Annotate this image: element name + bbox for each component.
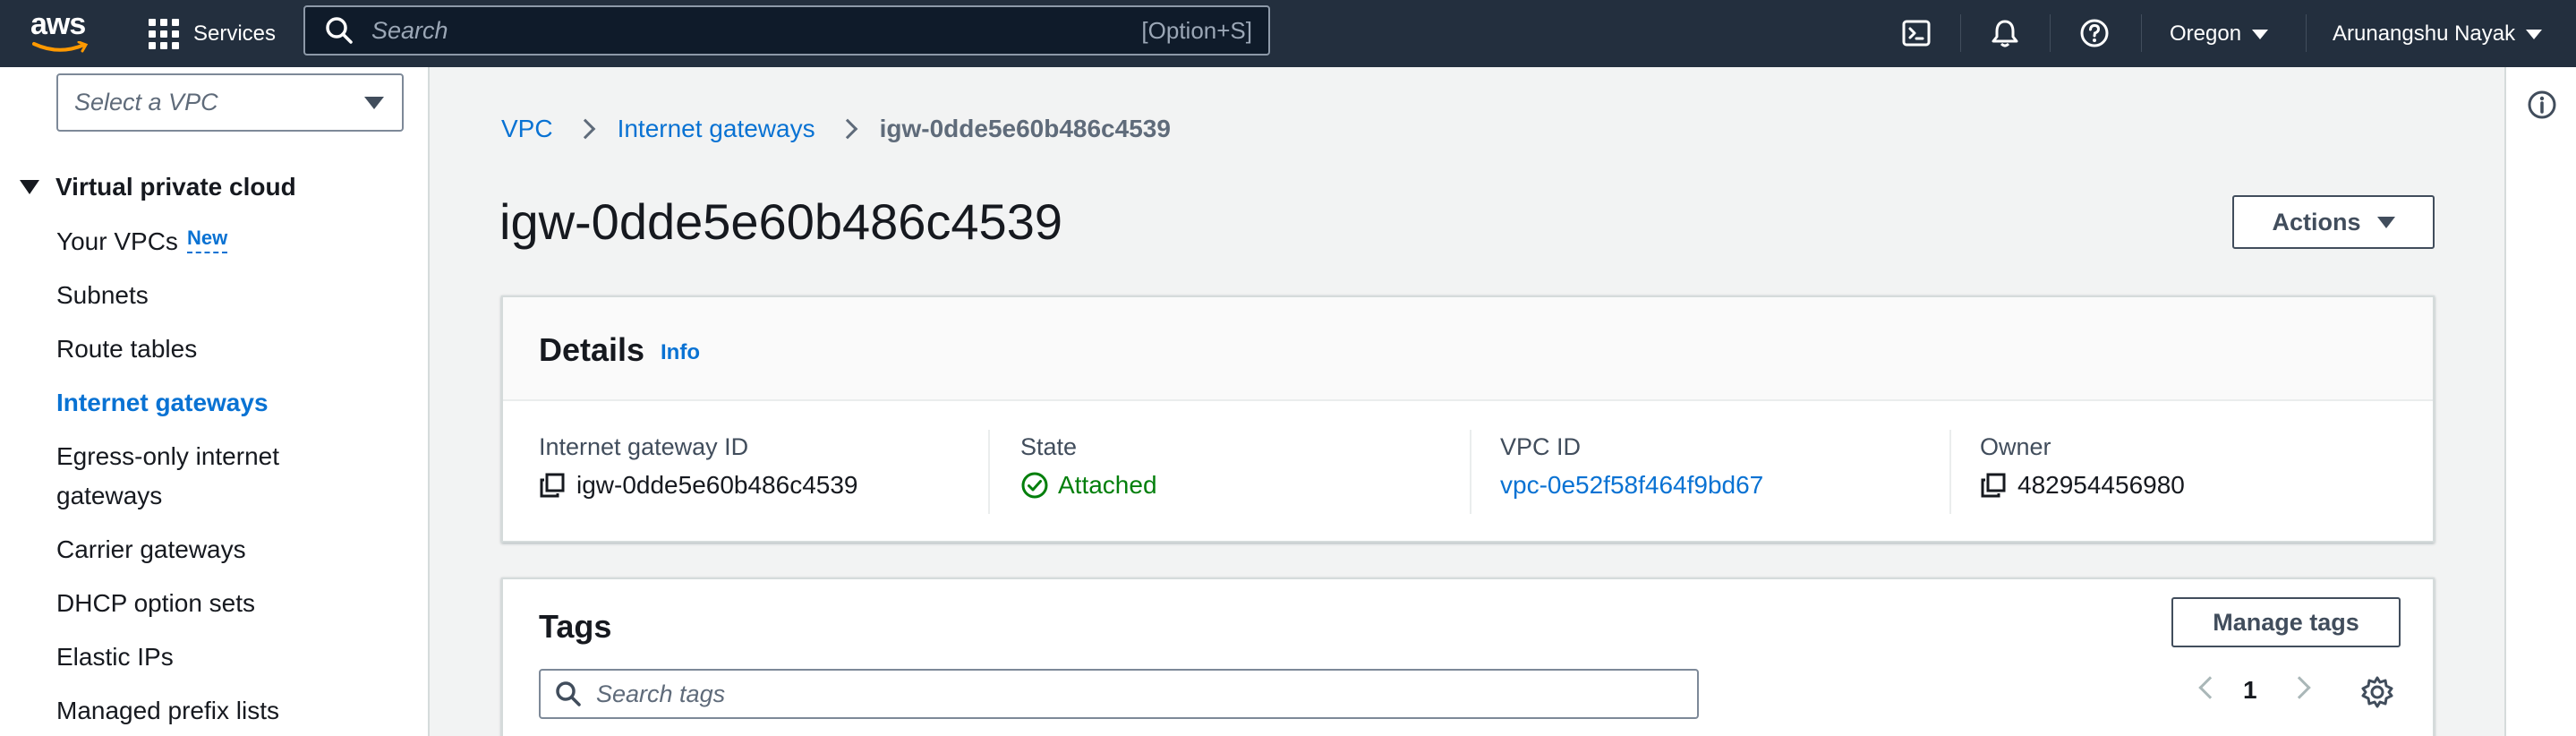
sidebar-item-subnets[interactable]: Subnets: [56, 276, 149, 315]
details-panel-header: Details Info: [503, 297, 2433, 401]
sidebar-item-managed-prefix-lists[interactable]: Managed prefix lists: [56, 691, 279, 731]
help-icon: [2080, 19, 2109, 47]
field-label: State: [1020, 433, 1078, 460]
state-status-text: Attached: [1058, 471, 1157, 499]
page-title: igw-0dde5e60b486c4539: [499, 193, 1062, 250]
tools-panel-bar: [2504, 67, 2576, 736]
actions-button-label: Actions: [2272, 208, 2361, 235]
breadcrumb-vpc[interactable]: VPC: [501, 115, 553, 143]
aws-logo[interactable]: aws: [30, 7, 93, 59]
nav-divider: [2050, 14, 2051, 52]
breadcrumb-current: igw-0dde5e60b486c4539: [879, 115, 1171, 142]
chevron-left-icon[interactable]: [2198, 676, 2222, 699]
tag-search-bar[interactable]: [539, 669, 1699, 719]
chevron-right-icon[interactable]: [2288, 676, 2311, 699]
copy-icon[interactable]: [1980, 472, 2007, 499]
vpc-select-placeholder: Select a VPC: [74, 89, 218, 116]
vpc-id-link[interactable]: vpc-0e52f58f464f9bd67: [1500, 464, 1763, 507]
column-divider: [1470, 430, 1471, 514]
user-name-label: Arunangshu Nayak: [2333, 21, 2516, 46]
vpc-filter-select[interactable]: Select a VPC: [56, 73, 404, 132]
cloudshell-button[interactable]: [1894, 11, 1939, 56]
chevron-right-icon: [575, 118, 595, 140]
caret-down-icon: [2376, 216, 2395, 228]
sidebar-item-carrier-gateways[interactable]: Carrier gateways: [56, 530, 246, 569]
sidebar-item-route-tables[interactable]: Route tables: [56, 329, 197, 369]
top-navigation-bar: aws Services [Option+S]: [0, 0, 2576, 67]
field-value: igw-0dde5e60b486c4539: [576, 471, 858, 499]
breadcrumb: VPC Internet gateways igw-0dde5e60b486c4…: [501, 115, 1171, 143]
global-search-bar[interactable]: [Option+S]: [303, 5, 1270, 56]
gear-icon[interactable]: [2359, 674, 2395, 710]
chevron-right-icon: [837, 118, 857, 140]
search-icon: [556, 681, 581, 706]
services-label: Services: [193, 21, 277, 46]
new-badge[interactable]: New: [187, 225, 228, 253]
sidebar-item-your-vpcs[interactable]: Your VPCs: [56, 222, 178, 261]
search-icon: [326, 17, 353, 44]
nav-divider: [2306, 14, 2307, 52]
sidebar-item-label-line2: gateways: [56, 482, 163, 509]
help-button[interactable]: [2072, 11, 2117, 56]
state-field: State Attached: [1020, 430, 1157, 507]
caret-down-icon: [2526, 29, 2543, 39]
caret-down-icon: [2252, 29, 2269, 39]
cloudshell-icon: [1902, 20, 1931, 47]
bell-icon: [1992, 20, 2018, 47]
details-info-link[interactable]: Info: [661, 340, 700, 365]
sidebar-item-egress-only-internet-gateways[interactable]: Egress-only internet gateways: [56, 437, 279, 516]
section-title: Virtual private cloud: [55, 173, 296, 201]
tag-search-input[interactable]: [596, 680, 1697, 708]
aws-logo-text: aws: [30, 7, 86, 41]
aws-smile-icon: [32, 41, 89, 53]
nav-divider: [2141, 14, 2142, 52]
caret-down-icon: [20, 180, 39, 194]
vpc-id-field: VPC ID vpc-0e52f58f464f9bd67: [1500, 430, 1763, 507]
manage-tags-button[interactable]: Manage tags: [2171, 597, 2401, 647]
page-number[interactable]: 1: [2243, 676, 2257, 705]
details-title: Details: [539, 331, 645, 368]
internet-gateway-id-field: Internet gateway ID igw-0dde5e60b486c453…: [539, 430, 858, 507]
section-toggle-virtual-private-cloud[interactable]: Virtual private cloud: [20, 173, 296, 201]
breadcrumb-internet-gateways[interactable]: Internet gateways: [618, 115, 815, 143]
nav-divider: [1960, 14, 1961, 52]
column-divider: [988, 430, 990, 514]
grid-icon: [149, 19, 179, 49]
caret-down-icon: [364, 96, 384, 109]
sidebar-item-dhcp-option-sets[interactable]: DHCP option sets: [56, 584, 255, 623]
owner-field: Owner 482954456980: [1980, 430, 2185, 507]
field-value: 482954456980: [2017, 471, 2185, 499]
account-menu[interactable]: Arunangshu Nayak: [2333, 16, 2543, 52]
sidebar-item-label: Egress-only internet: [56, 442, 280, 470]
copy-icon[interactable]: [539, 472, 566, 499]
search-shortcut-hint: [Option+S]: [1141, 16, 1252, 44]
tags-panel: Tags Manage tags 1: [501, 578, 2435, 736]
details-panel: Details Info Internet gateway ID igw-0dd…: [501, 295, 2435, 543]
check-circle-icon: [1021, 472, 1048, 499]
tags-title: Tags: [539, 608, 612, 645]
sidebar: Select a VPC Virtual private cloud Your …: [0, 67, 430, 736]
global-search-input[interactable]: [371, 16, 1142, 45]
notifications-button[interactable]: [1983, 11, 2027, 56]
services-menu-button[interactable]: Services: [149, 16, 276, 52]
sidebar-item-elastic-ips[interactable]: Elastic IPs: [56, 638, 174, 677]
actions-button[interactable]: Actions: [2232, 195, 2435, 249]
field-label: Internet gateway ID: [539, 433, 749, 460]
field-label: Owner: [1980, 433, 2051, 460]
region-label: Oregon: [2170, 21, 2242, 46]
column-divider: [1949, 430, 1951, 514]
info-icon[interactable]: [2526, 89, 2558, 121]
region-selector[interactable]: Oregon: [2170, 16, 2269, 52]
field-label: VPC ID: [1500, 433, 1582, 460]
sidebar-item-internet-gateways[interactable]: Internet gateways: [56, 383, 269, 423]
